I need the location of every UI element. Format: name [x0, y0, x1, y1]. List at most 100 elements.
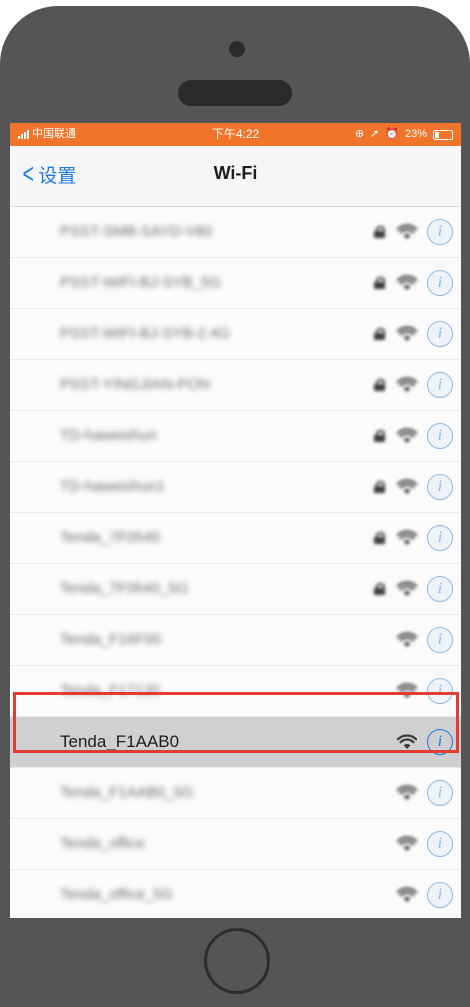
- network-row[interactable]: Tenda_F1AAB0_5G i: [10, 768, 461, 819]
- page-title: Wi-Fi: [213, 163, 258, 183]
- wifi-signal-icon: [396, 632, 418, 648]
- info-icon[interactable]: i: [427, 423, 453, 449]
- network-row-icons: i: [374, 564, 453, 614]
- alarm-icon: ⏰: [385, 128, 399, 140]
- info-icon[interactable]: i: [427, 831, 453, 857]
- lock-icon: [374, 328, 385, 340]
- network-name: PSST-SMB-SAYD-V80: [60, 223, 213, 240]
- lock-icon: [374, 379, 385, 391]
- network-row[interactable]: TD-haweishun1 i: [10, 462, 461, 513]
- lock-icon: [374, 430, 385, 442]
- network-row[interactable]: Tenda_F17120 i: [10, 666, 461, 717]
- network-row[interactable]: PSST-WIFI-BJ-SYB_5G i: [10, 258, 461, 309]
- network-name: Tenda_7F0540_5G: [60, 580, 189, 597]
- network-status-icons: [374, 275, 418, 291]
- battery-icon: [433, 129, 453, 140]
- phone-frame: 中国联通 下午4:22 ⊕ ➚ ⏰ 23% < 设置 Wi-Fi PSST-SM…: [0, 6, 470, 1007]
- network-status-icons: [374, 428, 418, 444]
- wifi-signal-icon: [396, 275, 418, 291]
- home-button[interactable]: [204, 928, 270, 994]
- lock-icon: [374, 481, 385, 493]
- network-row-icons: i: [396, 870, 453, 918]
- network-name: PSST-WIFI-BJ-SYB_5G: [60, 274, 221, 291]
- network-status-icons: [396, 734, 418, 750]
- lock-icon: [374, 532, 385, 544]
- network-status-icons: [374, 326, 418, 342]
- battery-percent: 23%: [404, 128, 427, 140]
- network-row[interactable]: Tenda_7F0540 i: [10, 513, 461, 564]
- info-icon[interactable]: i: [427, 372, 453, 398]
- wifi-signal-icon: [396, 530, 418, 546]
- info-icon[interactable]: i: [427, 270, 453, 296]
- wifi-signal-icon: [396, 479, 418, 495]
- wifi-signal-icon: [396, 224, 418, 240]
- info-icon[interactable]: i: [427, 627, 453, 653]
- network-row[interactable]: PSST-WIFI-BJ-SYB-2.4G i: [10, 309, 461, 360]
- network-name: TD-haweishun: [60, 427, 157, 444]
- network-row[interactable]: TD-haweishun i: [10, 411, 461, 462]
- network-row-icons: i: [374, 258, 453, 308]
- network-row-icons: i: [374, 513, 453, 563]
- wifi-signal-icon: [396, 428, 418, 444]
- lock-icon: [374, 226, 385, 238]
- navigation-bar: < 设置 Wi-Fi: [10, 146, 461, 207]
- page: 中国联通 下午4:22 ⊕ ➚ ⏰ 23% < 设置 Wi-Fi PSST-SM…: [0, 0, 470, 1007]
- network-row[interactable]: Tenda_7F0540_5G i: [10, 564, 461, 615]
- lock-icon: [374, 277, 385, 289]
- phone-screen: 中国联通 下午4:22 ⊕ ➚ ⏰ 23% < 设置 Wi-Fi PSST-SM…: [10, 123, 461, 918]
- info-icon[interactable]: i: [427, 525, 453, 551]
- network-row[interactable]: PSST-SMB-SAYD-V80 i: [10, 207, 461, 258]
- info-icon[interactable]: i: [427, 780, 453, 806]
- network-row-icons: i: [396, 819, 453, 869]
- rotation-lock-icon: ⊕: [354, 128, 365, 140]
- info-icon[interactable]: i: [427, 678, 453, 704]
- network-row-icons: i: [396, 666, 453, 716]
- info-icon[interactable]: i: [427, 576, 453, 602]
- network-name: Tenda_F17120: [60, 682, 161, 699]
- wifi-signal-icon: [396, 734, 418, 750]
- info-icon[interactable]: i: [427, 474, 453, 500]
- network-status-icons: [374, 377, 418, 393]
- network-row-icons: i: [374, 462, 453, 512]
- network-status-icons: [374, 530, 418, 546]
- network-row-icons: i: [396, 768, 453, 818]
- network-row-icons: i: [374, 309, 453, 359]
- network-row-icons: i: [374, 207, 453, 257]
- network-row-selected[interactable]: Tenda_F1AAB0 i: [10, 717, 461, 768]
- network-status-icons: [396, 683, 418, 699]
- info-icon[interactable]: i: [427, 219, 453, 245]
- network-status-icons: [396, 632, 418, 648]
- wifi-signal-icon: [396, 326, 418, 342]
- network-status-icons: [374, 224, 418, 240]
- network-status-icons: [374, 581, 418, 597]
- info-icon[interactable]: i: [427, 321, 453, 347]
- network-name: Tenda_F1AAB0_5G: [60, 784, 194, 801]
- lock-icon: [374, 583, 385, 595]
- info-icon[interactable]: i: [427, 882, 453, 908]
- network-name: Tenda_F16F00: [60, 631, 161, 648]
- info-icon[interactable]: i: [427, 729, 453, 755]
- network-row[interactable]: Tenda_office_5G i: [10, 870, 461, 918]
- network-status-icons: [396, 785, 418, 801]
- network-row[interactable]: Tenda_F16F00 i: [10, 615, 461, 666]
- network-row-icons: i: [396, 717, 453, 767]
- network-name: Tenda_office_5G: [60, 886, 174, 903]
- network-row-icons: i: [396, 615, 453, 665]
- network-row-icons: i: [374, 360, 453, 410]
- status-right-group: ⊕ ➚ ⏰ 23%: [355, 123, 453, 146]
- network-status-icons: [396, 836, 418, 852]
- network-name: Tenda_F1AAB0: [60, 732, 180, 751]
- wifi-signal-icon: [396, 887, 418, 903]
- network-row[interactable]: PSST-YINGJIAN-PON i: [10, 360, 461, 411]
- network-row[interactable]: Tenda_office i: [10, 819, 461, 870]
- wifi-signal-icon: [396, 683, 418, 699]
- network-name: Tenda_office: [60, 835, 145, 852]
- wifi-signal-icon: [396, 785, 418, 801]
- wifi-signal-icon: [396, 581, 418, 597]
- network-row-icons: i: [374, 411, 453, 461]
- earpiece-speaker: [178, 80, 292, 106]
- network-name: PSST-WIFI-BJ-SYB-2.4G: [60, 325, 231, 342]
- front-camera: [229, 41, 245, 57]
- network-status-icons: [396, 887, 418, 903]
- wifi-signal-icon: [396, 836, 418, 852]
